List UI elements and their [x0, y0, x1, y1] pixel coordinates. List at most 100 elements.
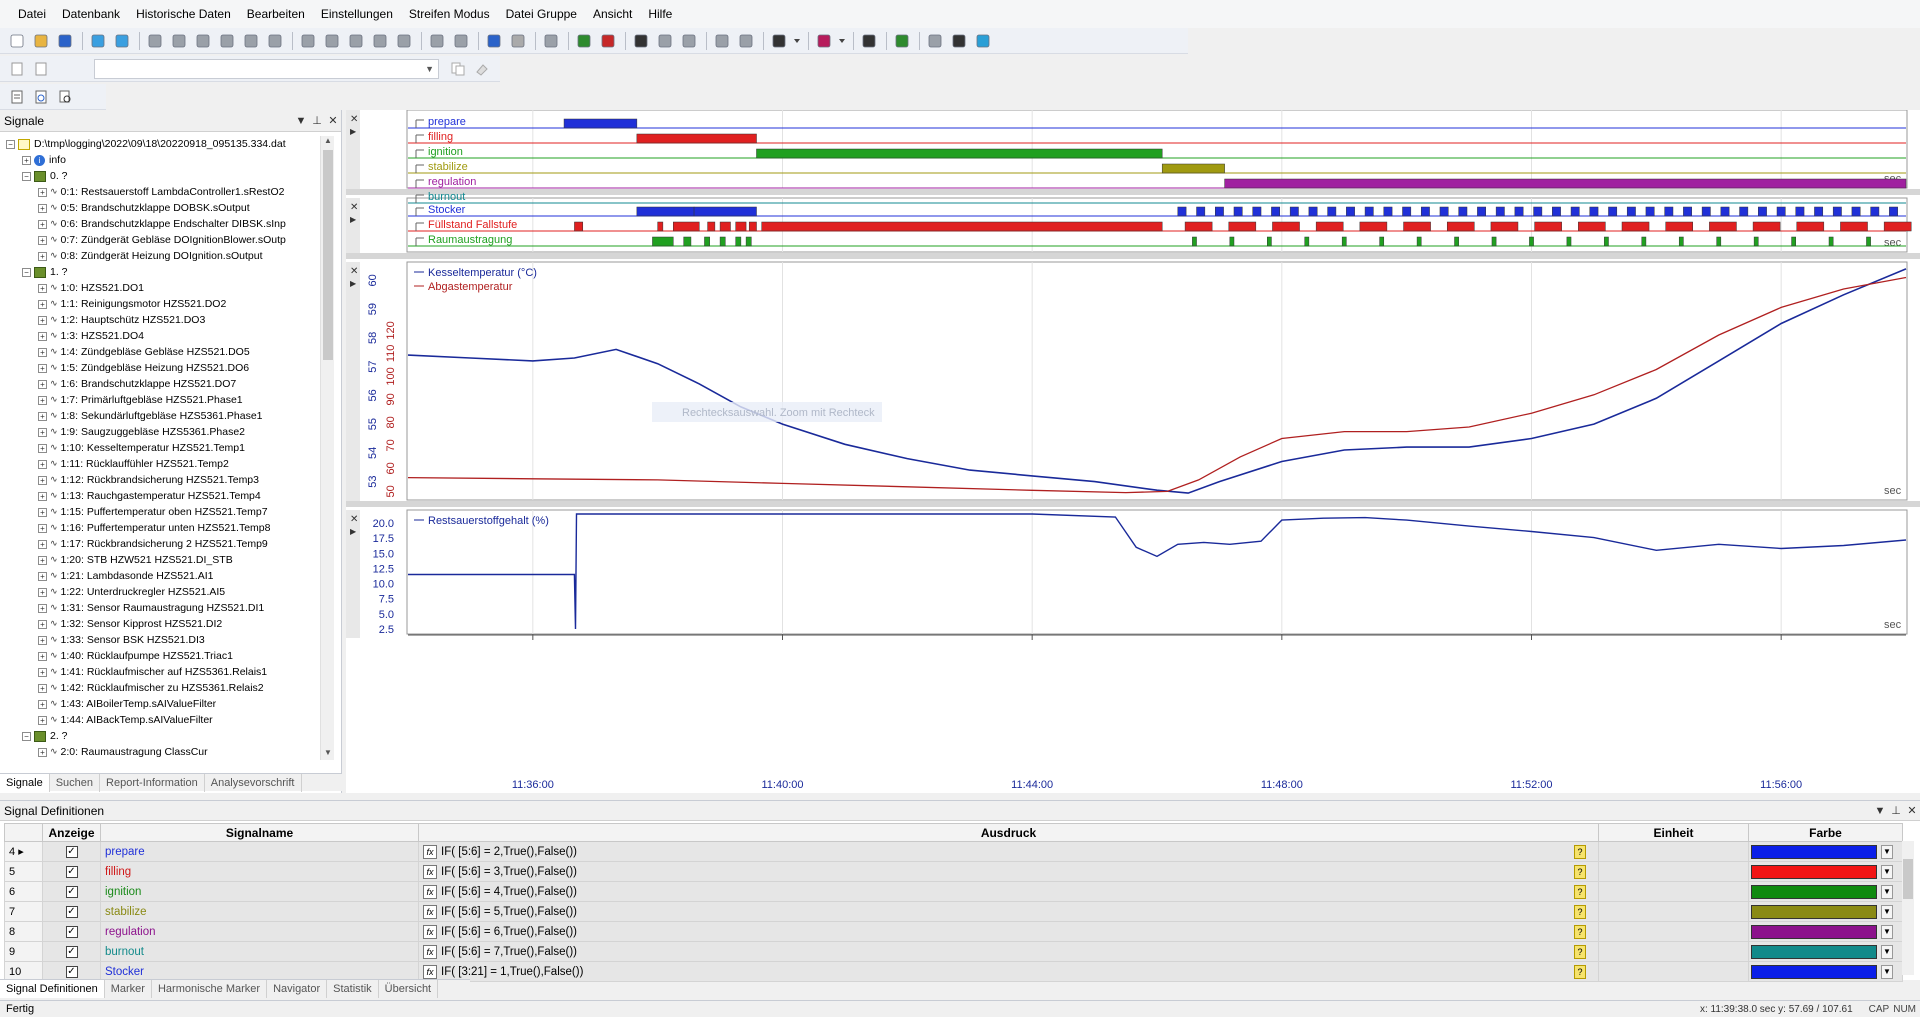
- expand-icon[interactable]: +: [38, 635, 47, 645]
- document-icon[interactable]: [6, 86, 28, 108]
- report-icon[interactable]: [30, 86, 52, 108]
- sql-filter-icon[interactable]: [216, 30, 238, 52]
- color-cell[interactable]: ▼: [1748, 961, 1903, 982]
- help-icon[interactable]: ?: [1574, 905, 1586, 919]
- reload-file-icon[interactable]: [393, 30, 415, 52]
- help-icon[interactable]: ?: [1574, 885, 1586, 899]
- sql-help-icon[interactable]: [240, 30, 262, 52]
- function-icon[interactable]: fx: [423, 864, 437, 879]
- chevron-down-icon[interactable]: ▼: [1881, 844, 1893, 859]
- column-header-ausdruck[interactable]: Ausdruck: [418, 823, 1599, 842]
- tree-signal-item[interactable]: + ∿ 1:9: Saugzuggebläse HZS5361.Phase2: [6, 424, 326, 440]
- checkbox-checked-icon[interactable]: ✓: [65, 925, 78, 938]
- collapse-icon[interactable]: −: [22, 731, 31, 741]
- expand-icon[interactable]: +: [38, 219, 47, 229]
- sql-query-icon[interactable]: [168, 30, 190, 52]
- tree-signal-item[interactable]: + ∿ 1:22: Unterdruckregler HZS521.AI5: [6, 584, 326, 600]
- visible-checkbox-cell[interactable]: ✓: [42, 901, 101, 922]
- fft-icon[interactable]: [948, 30, 970, 52]
- tree-signal-item[interactable]: + ∿ 1:44: AIBackTemp.sAIValueFilter: [6, 712, 326, 728]
- dropdown-icon[interactable]: [792, 30, 802, 52]
- checkbox-checked-icon[interactable]: ✓: [65, 965, 78, 978]
- checkbox-checked-icon[interactable]: ✓: [65, 885, 78, 898]
- menu-item[interactable]: Hilfe: [640, 0, 680, 28]
- toolbar-icon[interactable]: [30, 58, 52, 80]
- copy-icon[interactable]: [426, 30, 448, 52]
- expression-cell[interactable]: fx IF( [3:21] = 1,True(),False())?: [418, 961, 1599, 982]
- expand-icon[interactable]: +: [22, 155, 31, 165]
- close-icon[interactable]: ✕: [1904, 804, 1920, 817]
- tree-signal-item[interactable]: + ∿ 1:15: Puffertemperatur oben HZS521.Tem…: [6, 504, 326, 520]
- import-data-icon[interactable]: [597, 30, 619, 52]
- expand-icon[interactable]: +: [38, 523, 47, 533]
- chevron-down-icon[interactable]: ▼: [1881, 864, 1893, 879]
- open-db-icon[interactable]: [87, 30, 109, 52]
- chevron-down-icon[interactable]: ▼: [1881, 884, 1893, 899]
- expand-icon[interactable]: +: [38, 443, 47, 453]
- tree-signal-item[interactable]: + ∿ 1:32: Sensor Kipprost HZS521.DI2: [6, 616, 326, 632]
- pane-expand-icon[interactable]: ▶: [350, 527, 357, 536]
- unit-cell[interactable]: [1598, 921, 1749, 942]
- tree-group-item[interactable]: − 1. ?: [6, 264, 326, 280]
- tree-signal-item[interactable]: + ∿ 2:0: Raumaustragung ClassCur: [6, 744, 326, 760]
- checkbox-checked-icon[interactable]: ✓: [65, 945, 78, 958]
- checkbox-checked-icon[interactable]: ✓: [65, 865, 78, 878]
- unit-cell[interactable]: [1598, 901, 1749, 922]
- import-icon[interactable]: [264, 30, 286, 52]
- tree-group-item[interactable]: − 2. ?: [6, 728, 326, 744]
- expand-icon[interactable]: +: [38, 251, 47, 261]
- help-icon[interactable]: ?: [1574, 925, 1586, 939]
- tab-harmonische-marker[interactable]: Harmonische Marker: [152, 979, 268, 998]
- expand-icon[interactable]: +: [38, 475, 47, 485]
- unit-cell[interactable]: [1598, 961, 1749, 982]
- tree-signal-item[interactable]: + ∿ 1:20: STB HZW521 HZS521.DI_STB: [6, 552, 326, 568]
- tab-report-information[interactable]: Report-Information: [100, 773, 205, 792]
- remove-file-icon[interactable]: [345, 30, 367, 52]
- signal-name-cell[interactable]: prepare: [100, 841, 419, 862]
- collapse-icon[interactable]: −: [6, 139, 15, 149]
- expand-icon[interactable]: +: [38, 235, 47, 245]
- undo-icon[interactable]: [483, 30, 505, 52]
- tree-signal-item[interactable]: + ∿ 1:11: Rücklauffühler HZS521.Temp2: [6, 456, 326, 472]
- menu-item[interactable]: Einstellungen: [313, 0, 401, 28]
- color-swatch[interactable]: [1751, 844, 1877, 859]
- expression-cell[interactable]: fx IF( [5:6] = 5,True(),False())?: [418, 901, 1599, 922]
- tree-signal-item[interactable]: + ∿ 1:2: Hauptschütz HZS521.DO3: [6, 312, 326, 328]
- color-swatch[interactable]: [1751, 864, 1877, 879]
- signal-name-cell[interactable]: filling: [100, 861, 419, 882]
- pane-expand-icon[interactable]: ▶: [350, 215, 357, 224]
- export-icon[interactable]: [573, 30, 595, 52]
- pane-expand-icon[interactable]: ▶: [350, 127, 357, 136]
- color-swatch[interactable]: [1751, 884, 1877, 899]
- color-swatch[interactable]: [1751, 904, 1877, 919]
- zoom-in-icon[interactable]: [711, 30, 733, 52]
- signal-name-cell[interactable]: regulation: [100, 921, 419, 942]
- add-file-alt-icon[interactable]: [321, 30, 343, 52]
- tab-marker[interactable]: Marker: [105, 979, 152, 998]
- tree-signal-item[interactable]: + ∿ 0:1: Restsauerstoff LambdaController1.…: [6, 184, 326, 200]
- function-icon[interactable]: fx: [423, 904, 437, 919]
- chevron-down-icon[interactable]: ▼: [1881, 904, 1893, 919]
- tab-navigator[interactable]: Navigator: [267, 979, 328, 998]
- pane-expand-icon[interactable]: ▶: [350, 279, 357, 288]
- help-icon[interactable]: ?: [1574, 845, 1586, 859]
- menu-item[interactable]: Datei: [10, 0, 54, 28]
- expand-icon[interactable]: +: [38, 395, 47, 405]
- chart-canvas[interactable]: ✕▶sec✕▶sec✕▶sec✕▶sec11:36:0011:40:0011:4…: [346, 110, 1920, 793]
- column-header-einheit[interactable]: Einheit: [1598, 823, 1749, 842]
- tab-signale[interactable]: Signale: [0, 773, 50, 792]
- open-folder-icon[interactable]: [30, 30, 52, 52]
- column-header-signalname[interactable]: Signalname: [100, 823, 419, 842]
- expand-icon[interactable]: +: [38, 331, 47, 341]
- tab-statistik[interactable]: Statistik: [327, 979, 379, 998]
- tree-signal-item[interactable]: + ∿ 1:41: Rücklaufmischer auf HZS5361.Rela…: [6, 664, 326, 680]
- expression-cell[interactable]: fx IF( [5:6] = 2,True(),False())?: [418, 841, 1599, 862]
- chevron-down-icon[interactable]: ▼: [1881, 964, 1893, 979]
- signal-settings-icon[interactable]: [630, 30, 652, 52]
- chevron-down-icon[interactable]: ▼: [293, 115, 309, 127]
- expand-icon[interactable]: +: [38, 347, 47, 357]
- expression-cell[interactable]: fx IF( [5:6] = 3,True(),False())?: [418, 861, 1599, 882]
- scroll-thumb[interactable]: [323, 150, 333, 360]
- table-row[interactable]: 9 ✓ burnout fx IF( [5:6] = 7,True(),False…: [4, 941, 1903, 962]
- tree-signal-item[interactable]: + ∿ 1:42: Rücklaufmischer zu HZS5361.Relai…: [6, 680, 326, 696]
